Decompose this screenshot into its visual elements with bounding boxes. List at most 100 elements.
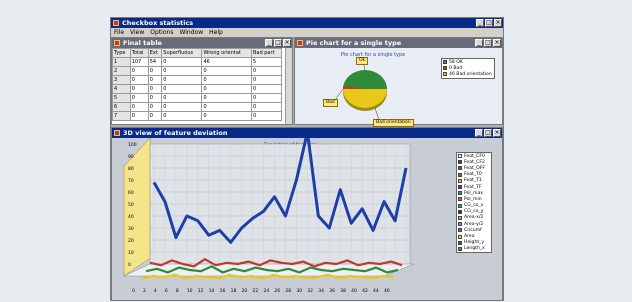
- legend-item: Length_x: [457, 246, 491, 252]
- table-cell[interactable]: 0: [161, 57, 203, 67]
- table-row[interactable]: 400000: [112, 84, 283, 94]
- legend-swatch: [458, 160, 462, 165]
- x-tick-label: 36: [329, 288, 335, 294]
- table-cell[interactable]: 0: [201, 84, 252, 94]
- row-header[interactable]: 2: [112, 66, 131, 76]
- legend-swatch: [458, 154, 462, 159]
- legend-swatch: [458, 215, 462, 220]
- chart3d-plot: 01020304050607080901000 2 4 6 8 10 12 14 16 18 20 2…: [123, 138, 415, 294]
- table-cell[interactable]: 0: [147, 75, 163, 85]
- table-cell[interactable]: 0: [161, 111, 203, 121]
- col-header[interactable]: Ext: [147, 48, 163, 58]
- table-cell[interactable]: 0: [161, 84, 203, 94]
- x-tick-label: 12: [198, 288, 204, 294]
- table-cell[interactable]: 0: [250, 111, 283, 121]
- table-row[interactable]: 200000: [112, 66, 283, 76]
- minimize-icon[interactable]: _: [265, 39, 273, 47]
- pie-slice-ok[interactable]: [343, 70, 365, 89]
- row-header[interactable]: 7: [112, 111, 131, 121]
- table-cell[interactable]: 0: [201, 93, 252, 103]
- x-tick-label: 20: [242, 288, 248, 294]
- table-cell[interactable]: 0: [129, 75, 149, 85]
- x-tick-label: 26: [274, 288, 280, 294]
- table-row[interactable]: 600000: [112, 102, 283, 112]
- pie-titlebar[interactable]: Pie chart for a single type _ □ ×: [295, 38, 502, 48]
- close-icon[interactable]: ×: [283, 39, 291, 47]
- menu-window[interactable]: Window: [179, 28, 203, 37]
- table-cell[interactable]: 0: [129, 102, 149, 112]
- col-header[interactable]: Type: [112, 48, 131, 58]
- chart3d-window-title: 3D view of feature deviation: [123, 129, 228, 137]
- table-cell[interactable]: 0: [129, 93, 149, 103]
- table-cell[interactable]: 0: [201, 102, 252, 112]
- table-row[interactable]: 500000: [112, 93, 283, 103]
- table-cell[interactable]: 0: [201, 75, 252, 85]
- table-row[interactable]: 1 107 54 0 46 5: [112, 57, 283, 67]
- table-cell[interactable]: 46: [201, 57, 252, 67]
- maximize-icon[interactable]: □: [274, 39, 282, 47]
- main-titlebar[interactable]: Checkbox statistics _ □ ×: [111, 18, 503, 28]
- table-cell[interactable]: 0: [250, 84, 283, 94]
- legend-label: CG_co_x: [464, 203, 484, 209]
- table-cell[interactable]: 54: [147, 57, 163, 67]
- table-cell[interactable]: 0: [201, 111, 252, 121]
- table-cell[interactable]: 0: [161, 102, 203, 112]
- pie-slice-ok-b[interactable]: [365, 70, 387, 89]
- table-cell[interactable]: 5: [250, 57, 283, 67]
- menu-options[interactable]: Options: [150, 28, 173, 37]
- legend-label: Feat_T0: [464, 172, 482, 178]
- table-cell[interactable]: 0: [250, 75, 283, 85]
- close-icon[interactable]: ×: [493, 129, 501, 137]
- table-cell[interactable]: 0: [147, 111, 163, 121]
- chart3d-titlebar[interactable]: 3D view of feature deviation _ □ ×: [112, 128, 502, 138]
- table-cell[interactable]: 0: [161, 66, 203, 76]
- maximize-icon[interactable]: □: [484, 129, 492, 137]
- menu-view[interactable]: View: [130, 28, 144, 37]
- table-cell[interactable]: 0: [129, 111, 149, 121]
- maximize-icon[interactable]: □: [485, 19, 493, 27]
- menu-file[interactable]: File: [114, 28, 124, 37]
- table-cell[interactable]: 0: [147, 84, 163, 94]
- table-cell[interactable]: 0: [250, 102, 283, 112]
- table-row[interactable]: 700000: [112, 111, 283, 121]
- legend-label: CG_co_y: [464, 209, 484, 215]
- minimize-icon[interactable]: _: [475, 129, 483, 137]
- legend-swatch: [458, 191, 462, 196]
- legend-swatch: [458, 172, 462, 177]
- row-header[interactable]: 1: [112, 57, 131, 67]
- table-scrollbar[interactable]: [285, 48, 292, 124]
- table-cell[interactable]: 0: [201, 66, 252, 76]
- table-cell[interactable]: 0: [147, 66, 163, 76]
- col-header[interactable]: Total: [129, 48, 149, 58]
- y-tick-label: 50: [128, 202, 134, 208]
- maximize-icon[interactable]: □: [484, 39, 492, 47]
- x-tick-label: 4: [154, 288, 157, 294]
- table-cell[interactable]: 107: [129, 57, 149, 67]
- table-cell[interactable]: 0: [129, 66, 149, 76]
- table-titlebar[interactable]: Final table _ □ ×: [112, 38, 292, 48]
- table-cell[interactable]: 0: [161, 93, 203, 103]
- close-icon[interactable]: ×: [493, 39, 501, 47]
- table-cell[interactable]: 0: [147, 93, 163, 103]
- minimize-icon[interactable]: _: [476, 19, 484, 27]
- callout-bad: Bad: [323, 99, 338, 107]
- table-cell[interactable]: 0: [147, 102, 163, 112]
- col-header[interactable]: Superfluous: [161, 48, 203, 58]
- table-row[interactable]: 300000: [112, 75, 283, 85]
- row-header[interactable]: 5: [112, 93, 131, 103]
- y-tick-label: 90: [128, 154, 134, 160]
- minimize-icon[interactable]: _: [475, 39, 483, 47]
- close-icon[interactable]: ×: [494, 19, 502, 27]
- table-cell[interactable]: 0: [250, 66, 283, 76]
- col-header[interactable]: Wrong orientat: [201, 48, 252, 58]
- col-header[interactable]: Bad part: [250, 48, 283, 58]
- row-header[interactable]: 3: [112, 75, 131, 85]
- legend-label: Area-x/2: [464, 215, 484, 221]
- table-cell[interactable]: 0: [250, 93, 283, 103]
- menu-help[interactable]: Help: [209, 28, 223, 37]
- legend-label: Pol_min: [464, 196, 482, 202]
- table-cell[interactable]: 0: [129, 84, 149, 94]
- table-cell[interactable]: 0: [161, 75, 203, 85]
- row-header[interactable]: 6: [112, 102, 131, 112]
- row-header[interactable]: 4: [112, 84, 131, 94]
